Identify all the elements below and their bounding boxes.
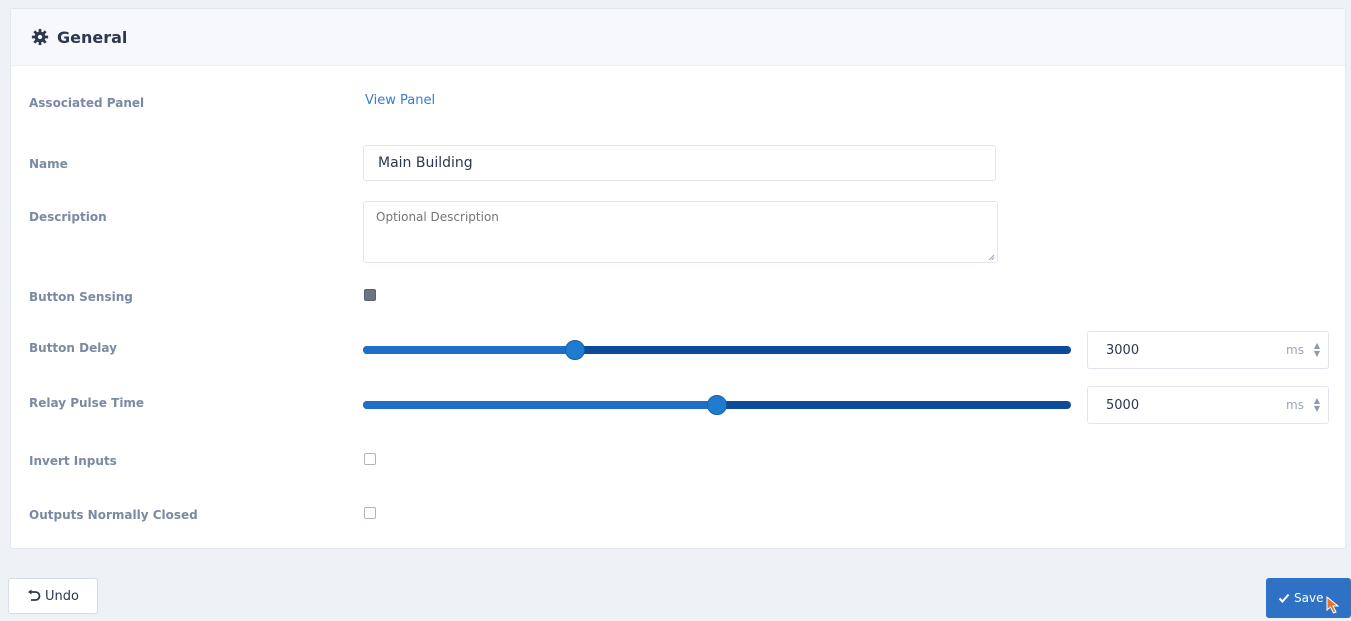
slider-thumb[interactable] [707, 395, 727, 415]
relay-pulse-time-slider[interactable] [363, 395, 1071, 415]
name-input[interactable] [363, 145, 996, 181]
button-delay-unit: ms [1286, 343, 1304, 357]
slider-fill [363, 401, 717, 409]
invert-inputs-checkbox[interactable] [364, 453, 376, 465]
relay-pulse-time-value: 5000 [1106, 398, 1140, 413]
button-delay-value: 3000 [1106, 343, 1140, 358]
description-textarea[interactable] [363, 201, 998, 263]
general-card: General Associated Panel View Panel Name… [10, 8, 1346, 549]
button-sensing-label: Button Sensing [29, 290, 133, 304]
outputs-normally-closed-checkbox[interactable] [364, 507, 376, 519]
undo-label: Undo [45, 588, 79, 604]
spinner-icon[interactable]: ▲ ▼ [1314, 397, 1320, 413]
view-panel-link[interactable]: View Panel [365, 93, 435, 108]
invert-inputs-label: Invert Inputs [29, 454, 117, 468]
save-label: Save [1294, 591, 1324, 605]
spinner-icon[interactable]: ▲ ▼ [1314, 342, 1320, 358]
name-label: Name [29, 157, 68, 171]
slider-thumb[interactable] [565, 340, 586, 360]
card-title: General [57, 27, 128, 47]
gear-icon [31, 28, 49, 46]
undo-button[interactable]: Undo [8, 578, 98, 614]
description-label: Description [29, 210, 107, 224]
mouse-cursor-icon [1326, 596, 1340, 614]
button-delay-slider[interactable] [363, 340, 1071, 360]
button-sensing-checkbox[interactable] [364, 289, 376, 301]
slider-fill [363, 346, 576, 354]
button-delay-label: Button Delay [29, 341, 117, 355]
button-delay-number-input[interactable]: 3000 ms ▲ ▼ [1087, 331, 1329, 369]
card-header: General [11, 9, 1345, 66]
undo-icon [28, 589, 41, 601]
outputs-normally-closed-label: Outputs Normally Closed [29, 508, 198, 522]
resize-grip-icon[interactable] [988, 254, 995, 261]
check-icon [1278, 593, 1290, 603]
relay-pulse-time-unit: ms [1286, 398, 1304, 412]
associated-panel-label: Associated Panel [29, 96, 145, 110]
relay-pulse-time-label: Relay Pulse Time [29, 396, 145, 410]
relay-pulse-time-number-input[interactable]: 5000 ms ▲ ▼ [1087, 386, 1329, 424]
